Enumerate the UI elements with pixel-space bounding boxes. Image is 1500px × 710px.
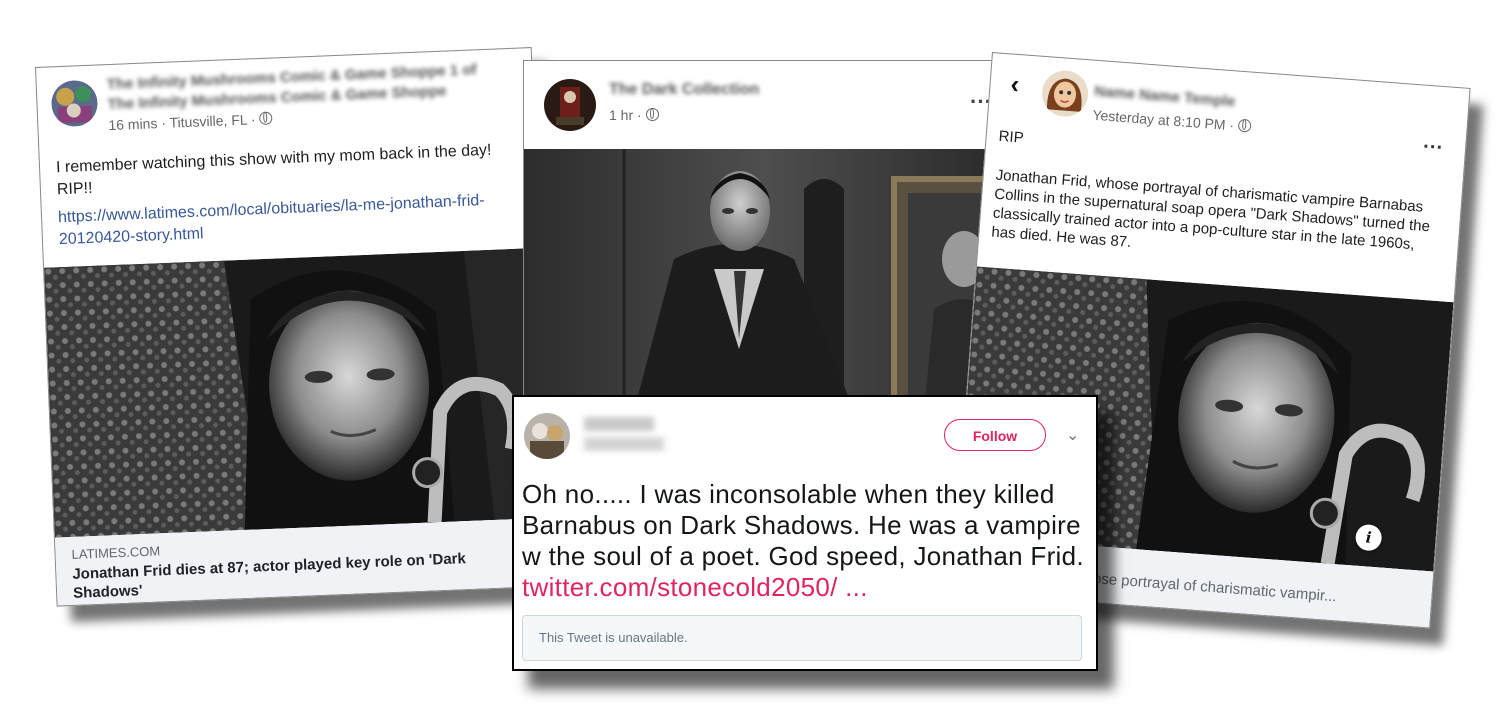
tweet-text: Oh no..... I was inconsolable when they … [522, 479, 1088, 603]
post-meta: 1 hr · [609, 107, 659, 123]
post-photo[interactable] [524, 149, 1004, 411]
author-name[interactable]: Name Name Temple [1094, 83, 1236, 111]
follow-button[interactable]: Follow [944, 419, 1046, 451]
tweet-author-avatar[interactable] [524, 413, 570, 459]
author-name[interactable]: The Dark Collection [609, 81, 759, 99]
post-time[interactable]: 16 mins [108, 115, 158, 133]
author-avatar[interactable] [50, 79, 99, 128]
tweet-card: Follow ⌄ Oh no..... I was inconsolable w… [512, 395, 1098, 671]
post-location[interactable]: Titusville, FL [169, 112, 247, 131]
facebook-post-card-2: The Dark Collection 1 hr · ··· [523, 60, 1005, 412]
post-meta: Yesterday at 8:10 PM · [1092, 107, 1252, 135]
post-text-short: RIP [998, 127, 1025, 147]
back-arrow-icon[interactable]: ‹ [1009, 69, 1021, 101]
post-text: Jonathan Frid, whose portrayal of charis… [990, 166, 1431, 254]
facebook-post-card-1: The Infinity Mushrooms Comic & Game Shop… [35, 47, 554, 607]
author-name[interactable]: The Infinity Mushrooms Comic & Game Shop… [106, 59, 507, 115]
meta-separator: · [250, 111, 256, 128]
tweet-author-name[interactable] [584, 417, 654, 431]
post-photo[interactable] [44, 247, 550, 538]
meta-separator: · [160, 114, 167, 131]
author-avatar[interactable] [1040, 68, 1090, 119]
quoted-tweet-unavailable-text: This Tweet is unavailable. [539, 630, 688, 645]
meta-separator: · [637, 107, 642, 123]
link-snippet: whose portrayal of charismatic vampir... [1073, 568, 1338, 606]
globe-icon [645, 108, 659, 121]
chevron-down-icon[interactable]: ⌄ [1066, 425, 1079, 445]
tweet-link[interactable]: twitter.com/stonecold2050/ ... [522, 572, 868, 602]
meta-separator: · [1228, 117, 1235, 134]
globe-icon [1237, 118, 1252, 133]
quoted-tweet: This Tweet is unavailable. [522, 615, 1082, 661]
link-domain: LATIMES.COM [71, 543, 161, 562]
author-avatar[interactable] [544, 79, 596, 131]
tweet-author-handle[interactable] [584, 437, 664, 451]
post-time[interactable]: 1 hr [609, 107, 633, 123]
more-options-icon[interactable]: ··· [1422, 136, 1444, 160]
globe-icon [259, 111, 273, 126]
post-time[interactable]: Yesterday at 8:10 PM [1092, 107, 1226, 133]
tweet-body: Oh no..... I was inconsolable when they … [522, 479, 1084, 571]
